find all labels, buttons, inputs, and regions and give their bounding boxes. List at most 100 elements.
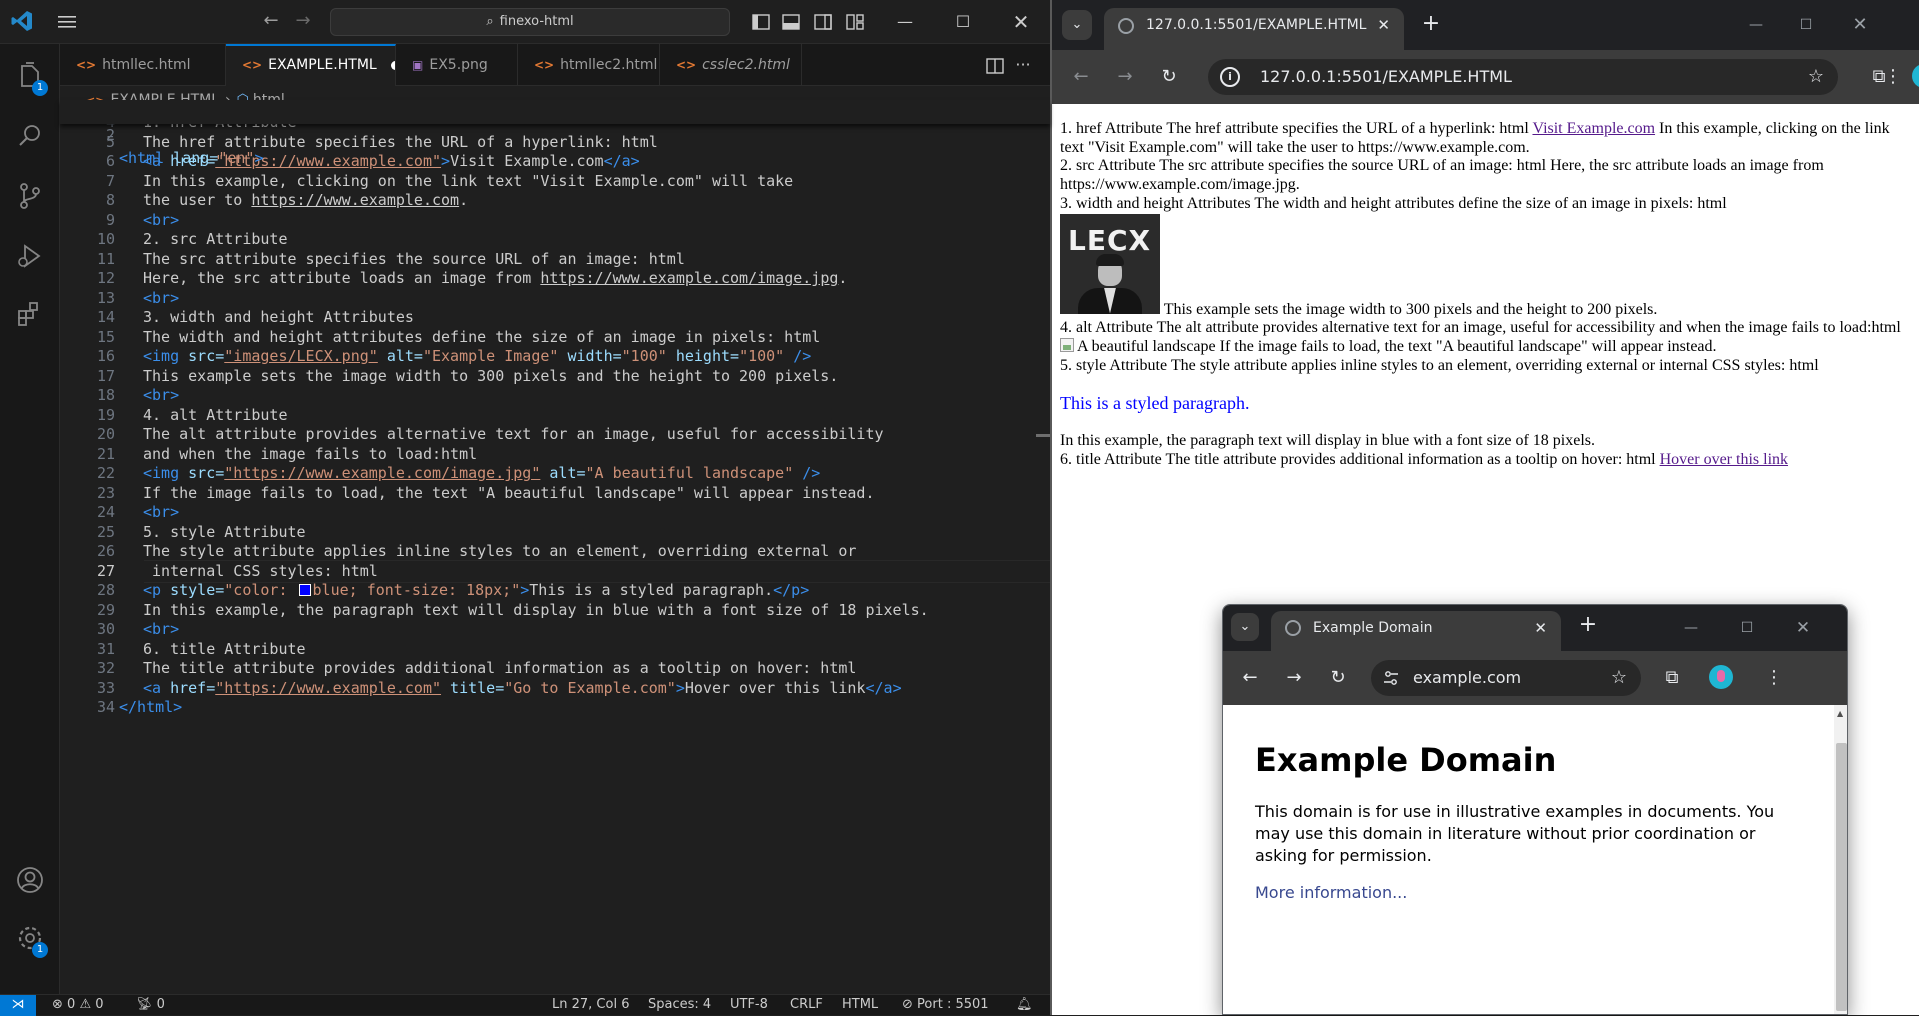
minimize-button[interactable]: — — [1667, 611, 1715, 645]
site-info-icon[interactable]: i — [1220, 67, 1240, 87]
split-editor-icon[interactable] — [984, 55, 1006, 77]
new-tab-plus-icon[interactable]: + — [1416, 10, 1446, 40]
warning-icon: ⚠ — [79, 997, 92, 1012]
tab-htmllec2[interactable]: <> htmllec2.html — [518, 44, 660, 86]
menu-kebab-icon[interactable]: ⋮ — [1878, 50, 1908, 104]
html-file-icon: <> — [676, 58, 697, 72]
url-text: 127.0.0.1:5501/EXAMPLE.HTML — [1260, 67, 1512, 86]
minimize-button[interactable]: — — [1732, 8, 1780, 42]
back-arrow-icon[interactable]: ← — [1235, 663, 1265, 693]
scrollbar[interactable]: ▲ — [1834, 705, 1847, 1014]
language-mode[interactable]: HTML — [842, 995, 878, 1016]
page-heading: Example Domain — [1255, 741, 1557, 779]
toggle-panel-icon[interactable] — [780, 11, 802, 33]
color-swatch-icon[interactable] — [298, 584, 311, 596]
editor-tabs: <> htmllec.html <> EXAMPLE.HTML ▣ EX5.png <… — [60, 44, 1050, 86]
back-arrow-icon[interactable]: ← — [260, 10, 282, 32]
page-content: Example Domain This domain is for use in… — [1223, 705, 1834, 1014]
live-server-port[interactable]: ⊘ Port : 5501 — [902, 995, 989, 1016]
tab-csslec2[interactable]: <> csslec2.html — [660, 44, 802, 86]
extensions-puzzle-icon[interactable]: ⧉ — [1657, 663, 1687, 693]
paragraph-style-note: In this example, the paragraph text will… — [1060, 432, 1595, 450]
encoding[interactable]: UTF-8 — [730, 995, 768, 1016]
profile-avatar[interactable] — [1709, 665, 1733, 689]
tab-ex5-png[interactable]: ▣ EX5.png — [396, 44, 518, 86]
title-bar: ← → ⌕ finexo-html — ☐ ✕ — [0, 0, 1050, 44]
browser-tab[interactable]: 127.0.0.1:5501/EXAMPLE.HTML ✕ — [1104, 8, 1404, 50]
accounts-icon[interactable] — [14, 864, 46, 896]
notifications-bell-icon[interactable]: 🔔︎ — [1016, 995, 1033, 1016]
command-center-search[interactable]: ⌕ finexo-html — [330, 8, 730, 36]
no-entry-icon: ⊘ — [902, 997, 913, 1012]
address-bar[interactable]: i 127.0.0.1:5501/EXAMPLE.HTML ☆ — [1208, 59, 1838, 95]
tab-search-chevron-icon[interactable]: ⌄ — [1062, 10, 1092, 40]
tab-htmllec[interactable]: <> htmllec.html — [60, 44, 226, 86]
close-button[interactable]: ✕ — [998, 0, 1044, 44]
ports-indicator[interactable]: 📡︎ 0 — [136, 995, 165, 1016]
reload-icon[interactable]: ↻ — [1323, 663, 1353, 693]
remote-indicator-icon[interactable]: ⋊ — [0, 995, 36, 1016]
hover-over-link[interactable]: Hover over this link — [1660, 451, 1788, 468]
tab-strip: ⌄ Example Domain ✕ + — ☐ ✕ — [1223, 605, 1847, 651]
more-information-link[interactable]: More information... — [1255, 883, 1407, 902]
error-icon: ⊗ — [52, 997, 63, 1012]
site-settings-icon[interactable] — [1383, 670, 1399, 686]
maximize-button[interactable]: ☐ — [1723, 611, 1771, 645]
code-editor[interactable]: 2 <html lang="en"> 41. href Attribute 5T… — [60, 100, 1050, 993]
extensions-icon[interactable] — [14, 298, 46, 330]
globe-icon — [1118, 18, 1134, 34]
scroll-up-arrow-icon[interactable]: ▲ — [1837, 709, 1843, 718]
line-number: 2 — [105, 125, 115, 144]
paragraph-image-line: LECX This example sets the image width t… — [1060, 213, 1913, 320]
source-control-icon[interactable] — [14, 180, 46, 212]
tab-title: 127.0.0.1:5501/EXAMPLE.HTML — [1146, 17, 1367, 33]
bookmark-star-icon[interactable]: ☆ — [1808, 59, 1824, 95]
broken-image-icon — [1060, 337, 1074, 352]
problems-indicator[interactable]: ⊗ 0 ⚠ 0 — [52, 995, 104, 1016]
cursor-position[interactable]: Ln 27, Col 6 — [552, 995, 629, 1016]
run-and-debug-icon[interactable] — [14, 240, 46, 272]
more-actions-icon[interactable]: ··· — [1012, 55, 1034, 77]
activity-bar: 1 1 — [0, 44, 60, 994]
code-line[interactable]: 2 <html lang="en"> — [60, 100, 1050, 167]
forward-arrow-icon[interactable]: → — [292, 10, 314, 32]
maximize-button[interactable]: ☐ — [940, 0, 986, 44]
tab-example-html[interactable]: <> EXAMPLE.HTML — [226, 44, 396, 86]
close-button[interactable]: ✕ — [1779, 611, 1827, 645]
status-bar: ⋊ ⊗ 0 ⚠ 0 📡︎ 0 Ln 27, Col 6 Spaces: 4 UT… — [0, 994, 1050, 1016]
forward-arrow-icon[interactable]: → — [1279, 663, 1309, 693]
bookmark-star-icon[interactable]: ☆ — [1611, 660, 1627, 696]
tab-strip: ⌄ 127.0.0.1:5501/EXAMPLE.HTML ✕ + — ☐ ✕ — [1052, 0, 1919, 50]
end-of-line[interactable]: CRLF — [790, 995, 823, 1016]
address-bar[interactable]: example.com ☆ — [1371, 660, 1641, 696]
menu-kebab-icon[interactable]: ⋮ — [1759, 663, 1789, 693]
toggle-secondary-sidebar-icon[interactable] — [812, 11, 834, 33]
forward-arrow-icon[interactable]: → — [1110, 62, 1140, 92]
hamburger-menu-icon[interactable] — [56, 12, 78, 32]
close-button[interactable]: ✕ — [1836, 8, 1884, 42]
image-file-icon: ▣ — [412, 58, 424, 72]
back-arrow-icon[interactable]: ← — [1066, 62, 1096, 92]
reload-icon[interactable]: ↻ — [1154, 62, 1184, 92]
browser-tab[interactable]: Example Domain ✕ — [1271, 611, 1561, 651]
scrollbar-marker[interactable] — [1036, 434, 1050, 437]
toggle-primary-sidebar-icon[interactable] — [750, 11, 772, 33]
scrollbar-thumb[interactable] — [1836, 743, 1847, 1011]
indentation[interactable]: Spaces: 4 — [648, 995, 711, 1016]
customize-layout-icon[interactable] — [844, 11, 866, 33]
alt-text: A beautiful landscape — [1077, 337, 1216, 355]
close-tab-icon[interactable]: ✕ — [1534, 611, 1547, 645]
line-number: 34 — [96, 698, 115, 716]
visit-example-link[interactable]: Visit Example.com — [1532, 120, 1655, 137]
minimize-button[interactable]: — — [882, 0, 928, 44]
code-text: </html> — [119, 698, 183, 716]
maximize-button[interactable]: ☐ — [1782, 8, 1830, 42]
tab-search-chevron-icon[interactable]: ⌄ — [1231, 613, 1259, 641]
broadcast-icon: 📡︎ — [136, 997, 153, 1012]
search-icon[interactable] — [14, 120, 46, 152]
new-tab-plus-icon[interactable]: + — [1573, 611, 1603, 641]
close-tab-icon[interactable]: ✕ — [1377, 8, 1390, 42]
html-file-icon: <> — [242, 58, 263, 72]
profile-avatar[interactable] — [1912, 64, 1919, 88]
vscode-window: ← → ⌕ finexo-html — ☐ ✕ 1 1 <> htmllec.htm… — [0, 0, 1050, 1016]
